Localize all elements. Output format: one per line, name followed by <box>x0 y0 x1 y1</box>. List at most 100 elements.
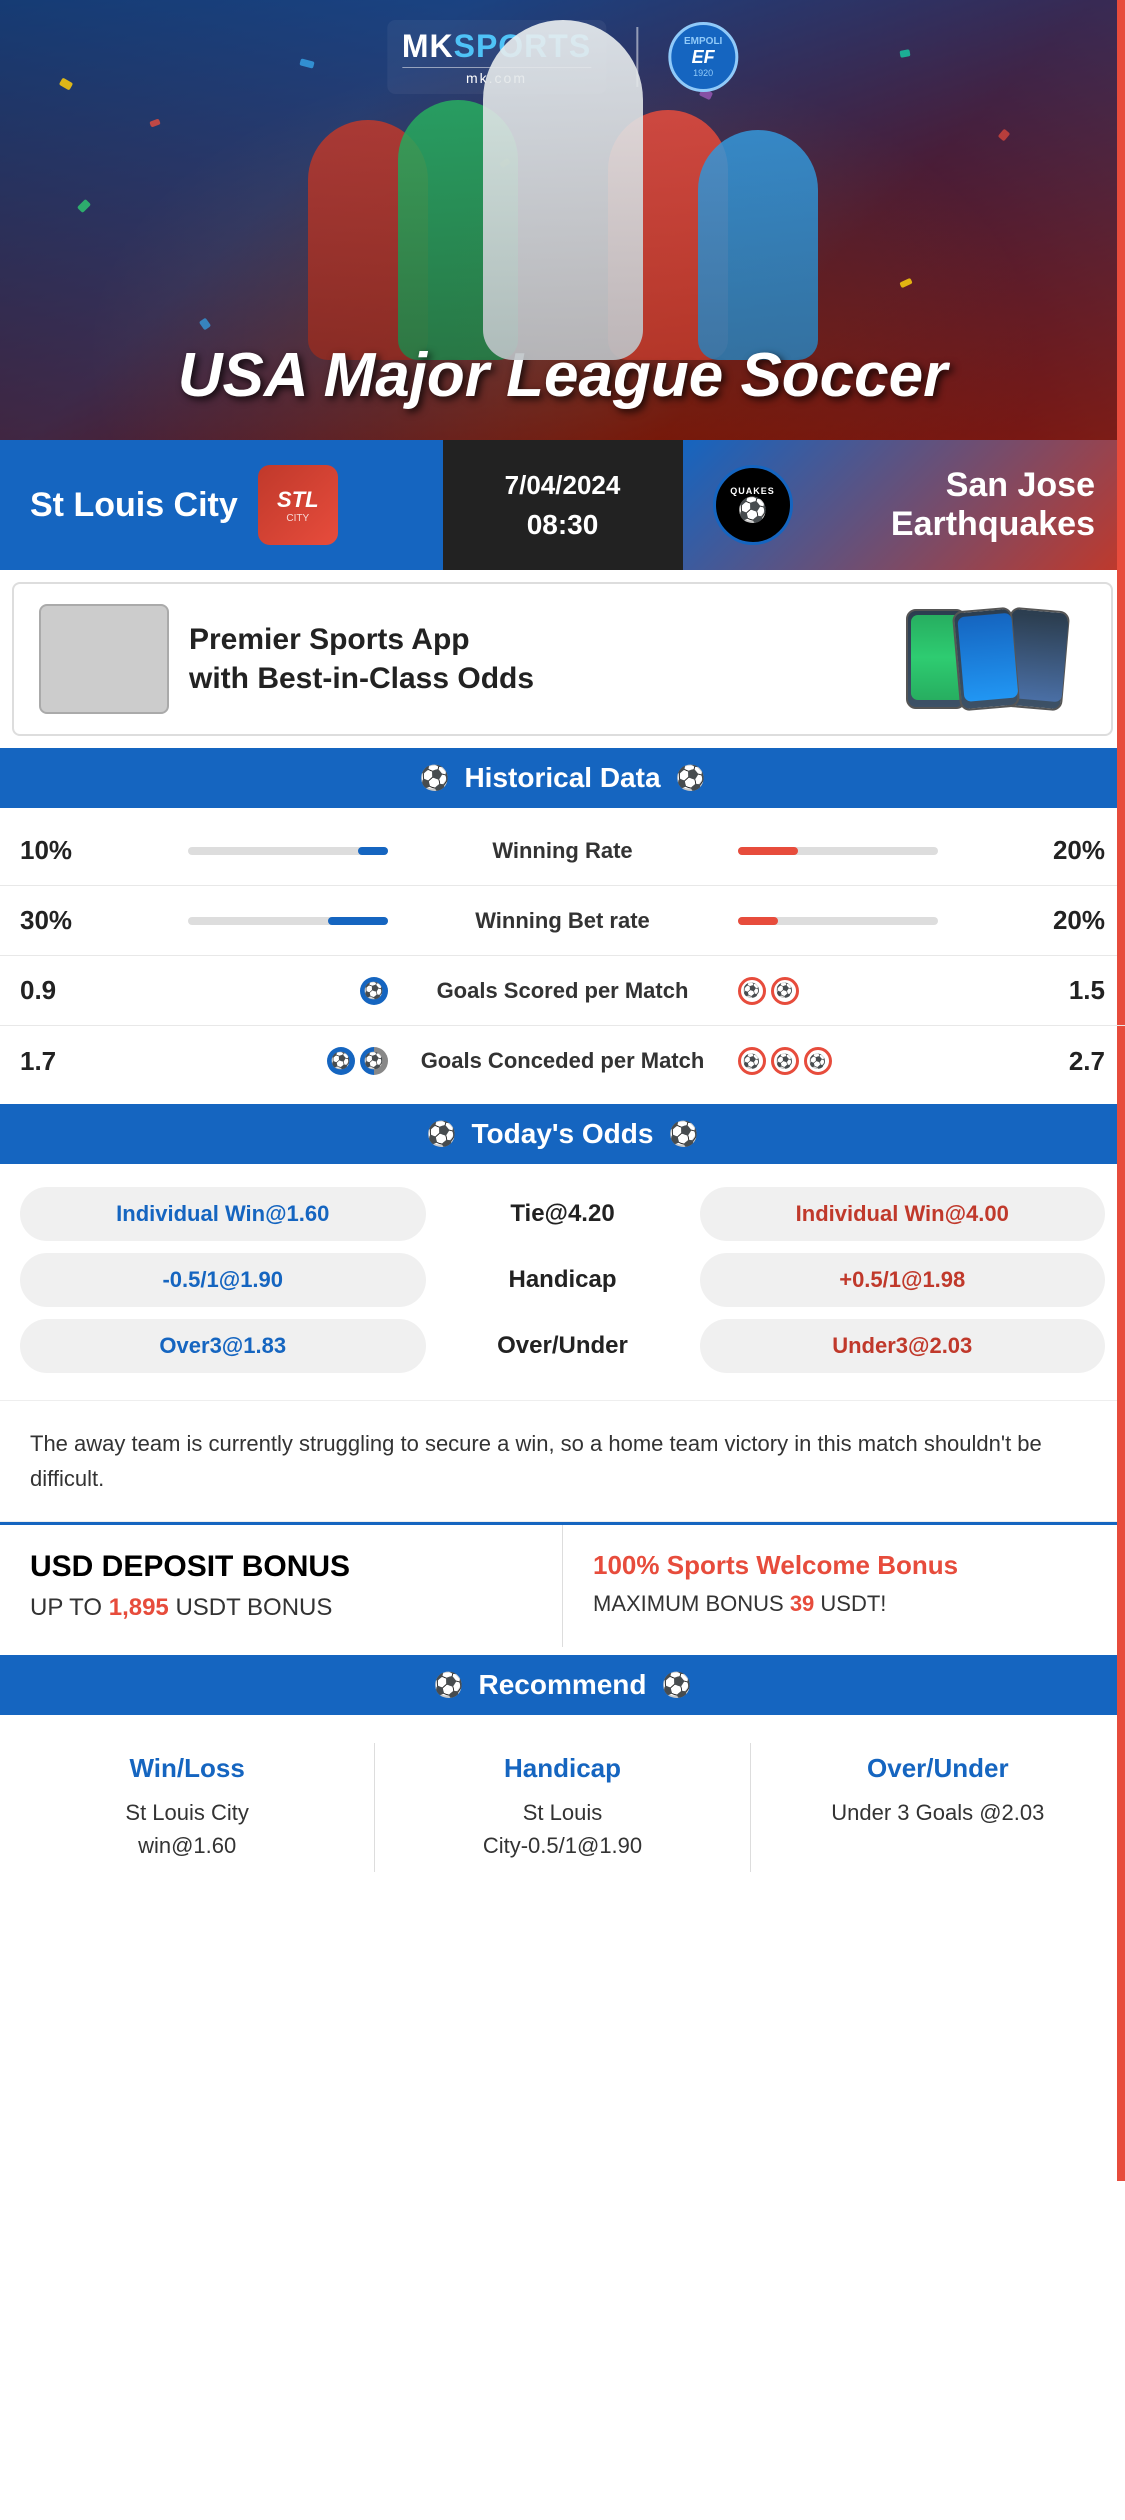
stat-bar-right-bet <box>723 917 1026 925</box>
recommend-card-handicap: Handicap St LouisCity-0.5/1@1.90 <box>390 1743 734 1872</box>
quakes-logo: QUAKES ⚽ <box>713 465 793 545</box>
bar-fill-blue-wb <box>328 917 388 925</box>
rec-title-ou: Over/Under <box>776 1753 1100 1784</box>
odds-ball-icon-left: ⚽ <box>427 1120 457 1149</box>
stat-left-winning-bet: 30% <box>20 905 100 936</box>
bonus-right-sub: MAXIMUM BONUS 39 USDT! <box>593 1591 1095 1617</box>
bar-track-left-wr <box>188 847 388 855</box>
ball-icons-left-scored: ⚽ <box>360 977 388 1005</box>
bonus-left-sub: UP TO 1,895 USDT BONUS <box>30 1594 532 1622</box>
ball-1-conceded-right: ⚽ <box>738 1047 766 1075</box>
recommend-section: ⚽ Recommend ⚽ Win/Loss St Louis Citywin@… <box>0 1655 1125 1892</box>
stat-label-winning-bet: Winning Bet rate <box>403 908 723 934</box>
goals-conceded-right-icons: ⚽ ⚽ ⚽ <box>723 1047 1026 1075</box>
odds-right-win[interactable]: Individual Win@4.00 <box>700 1187 1106 1241</box>
hero-section: MKSPORTS mk.com EMPOLI EF 1920 USA Major… <box>0 0 1125 440</box>
analysis-text: The away team is currently struggling to… <box>30 1431 1042 1491</box>
odds-left-handicap[interactable]: -0.5/1@1.90 <box>20 1253 426 1307</box>
stat-row-goals-scored: 0.9 ⚽ Goals Scored per Match ⚽ ⚽ 1.5 <box>0 956 1125 1026</box>
goals-scored-left-icons: ⚽ <box>100 977 403 1005</box>
bonus-left: USD DEPOSIT BONUS UP TO 1,895 USDT BONUS <box>0 1525 563 1647</box>
stat-right-winning-rate: 20% <box>1025 835 1105 866</box>
ball-icons-right-scored: ⚽ ⚽ <box>738 977 799 1005</box>
match-bar: St Louis City STL CITY 7/04/2024 08:30 Q… <box>0 440 1125 570</box>
match-time: 08:30 <box>527 509 599 541</box>
bar-track-right-wb <box>738 917 938 925</box>
historical-header: ⚽ Historical Data ⚽ <box>0 748 1125 808</box>
phone-2 <box>952 607 1020 712</box>
ball-2-conceded-right: ⚽ <box>771 1047 799 1075</box>
stl-initials: STL <box>277 487 319 513</box>
odds-row-win: Individual Win@1.60 Tie@4.20 Individual … <box>20 1187 1105 1241</box>
bar-fill-red-wr <box>738 847 798 855</box>
ball-2-conceded-left: ⚽ <box>360 1047 388 1075</box>
odds-left-over[interactable]: Over3@1.83 <box>20 1319 426 1373</box>
goals-conceded-left-icons: ⚽ ⚽ <box>100 1047 403 1075</box>
stat-right-goals-scored: 1.5 <box>1025 975 1105 1006</box>
rec-body-winloss: St Louis Citywin@1.60 <box>25 1796 349 1862</box>
bonus-left-title: USD DEPOSIT BONUS <box>30 1550 532 1584</box>
recommend-card-ou: Over/Under Under 3 Goals @2.03 <box>766 1743 1110 1872</box>
odds-right-under[interactable]: Under3@2.03 <box>700 1319 1106 1373</box>
bar-track-left-wb <box>188 917 388 925</box>
match-date: 7/04/2024 <box>505 470 621 501</box>
odds-title: Today's Odds <box>472 1118 654 1150</box>
bar-track-right-wr <box>738 847 938 855</box>
rec-divider-1 <box>374 1743 375 1872</box>
ball-2-scored-right: ⚽ <box>771 977 799 1005</box>
stat-row-winning-rate: 10% Winning Rate 20% <box>0 816 1125 886</box>
recommend-card-winloss: Win/Loss St Louis Citywin@1.60 <box>15 1743 359 1872</box>
odds-row-ou: Over3@1.83 Over/Under Under3@2.03 <box>20 1319 1105 1373</box>
analysis-section: The away team is currently struggling to… <box>0 1400 1125 1522</box>
rec-ball-icon-right: ⚽ <box>662 1671 692 1700</box>
historical-section: ⚽ Historical Data ⚽ 10% Winning Rate 20%… <box>0 748 1125 1096</box>
stl-logo: STL CITY <box>258 465 338 545</box>
recommend-header: ⚽ Recommend ⚽ <box>0 1655 1125 1715</box>
odds-center-tie: Tie@4.20 <box>438 1200 688 1228</box>
stat-right-winning-bet: 20% <box>1025 905 1105 936</box>
rec-body-handicap: St LouisCity-0.5/1@1.90 <box>400 1796 724 1862</box>
rec-body-ou: Under 3 Goals @2.03 <box>776 1796 1100 1829</box>
stat-label-goals-conceded: Goals Conceded per Match <box>403 1048 723 1074</box>
odds-center-ou: Over/Under <box>438 1332 688 1360</box>
hero-players <box>0 0 1125 360</box>
bonus-amount: 1,895 <box>109 1594 169 1621</box>
home-team-section: St Louis City STL CITY <box>0 440 443 570</box>
stat-row-winning-bet: 30% Winning Bet rate 20% <box>0 886 1125 956</box>
home-team-name: St Louis City <box>30 486 238 525</box>
stat-row-goals-conceded: 1.7 ⚽ ⚽ Goals Conceded per Match ⚽ ⚽ ⚽ 2… <box>0 1026 1125 1096</box>
stat-left-goals-conceded: 1.7 <box>20 1046 100 1077</box>
ball-icon-left: ⚽ <box>420 764 450 793</box>
odds-right-handicap[interactable]: +0.5/1@1.98 <box>700 1253 1106 1307</box>
bar-fill-red-wb <box>738 917 778 925</box>
bonus-right-amount: 39 <box>790 1591 814 1616</box>
stat-left-goals-scored: 0.9 <box>20 975 100 1006</box>
odds-row-handicap: -0.5/1@1.90 Handicap +0.5/1@1.98 <box>20 1253 1105 1307</box>
goals-scored-right-icons: ⚽ ⚽ <box>723 977 1026 1005</box>
stat-right-goals-conceded: 2.7 <box>1025 1046 1105 1077</box>
stat-left-winning-rate: 10% <box>20 835 100 866</box>
bar-fill-blue-wr <box>358 847 388 855</box>
recommend-title: Recommend <box>478 1669 646 1701</box>
odds-left-win[interactable]: Individual Win@1.60 <box>20 1187 426 1241</box>
bonus-right: 100% Sports Welcome Bonus MAXIMUM BONUS … <box>563 1525 1125 1647</box>
stat-bar-left-bet <box>100 917 403 925</box>
odds-ball-icon-right: ⚽ <box>668 1120 698 1149</box>
odds-content: Individual Win@1.60 Tie@4.20 Individual … <box>0 1172 1125 1400</box>
ball-icons-left-conceded: ⚽ ⚽ <box>327 1047 388 1075</box>
ball-3-conceded-right: ⚽ <box>804 1047 832 1075</box>
historical-title: Historical Data <box>464 762 660 794</box>
match-info-center: 7/04/2024 08:30 <box>443 440 683 570</box>
recommend-grid: Win/Loss St Louis Citywin@1.60 Handicap … <box>0 1723 1125 1892</box>
rec-title-winloss: Win/Loss <box>25 1753 349 1784</box>
app-promo-section: Premier Sports Appwith Best-in-Class Odd… <box>12 582 1113 736</box>
stl-sub: CITY <box>286 513 309 524</box>
bonus-section: USD DEPOSIT BONUS UP TO 1,895 USDT BONUS… <box>0 1522 1125 1647</box>
ball-1-scored-right: ⚽ <box>738 977 766 1005</box>
rec-divider-2 <box>750 1743 751 1872</box>
stat-label-goals-scored: Goals Scored per Match <box>403 978 723 1004</box>
odds-header: ⚽ Today's Odds ⚽ <box>0 1104 1125 1164</box>
ball-1-scored-left: ⚽ <box>360 977 388 1005</box>
ball-1-conceded-left: ⚽ <box>327 1047 355 1075</box>
odds-center-handicap: Handicap <box>438 1266 688 1294</box>
